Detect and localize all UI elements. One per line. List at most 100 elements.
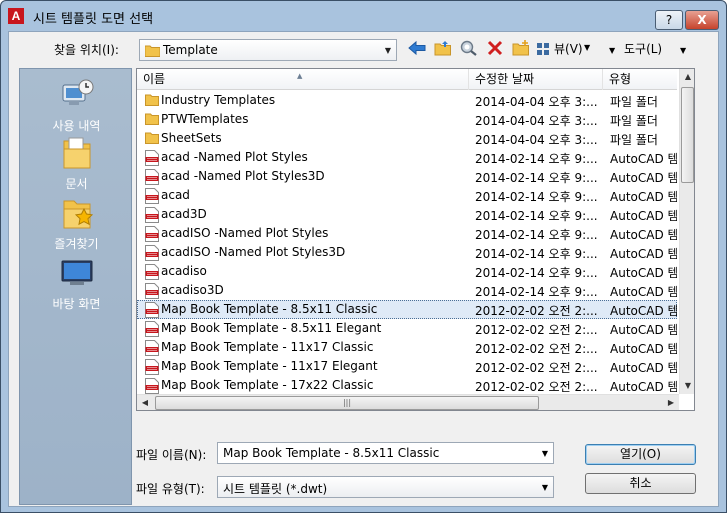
file-date: 2012-02-02 오전 2:...	[475, 380, 598, 394]
folder-row[interactable]: PTWTemplates 2014-04-04 오후 3:... 파일 폴더	[137, 110, 677, 129]
file-name: acad -Named Plot Styles	[161, 150, 308, 164]
file-list[interactable]: ▲ 이름 수정한 날짜 유형 Industry Templates 2014-04…	[136, 68, 695, 411]
folder-icon	[145, 131, 159, 147]
chevron-down-icon: ▼	[541, 483, 548, 492]
open-button[interactable]: 열기(O)	[585, 444, 696, 465]
places-bar: 사용 내역 문서 즐겨찾기 바탕 화면	[19, 68, 132, 505]
file-row[interactable]: acadiso3D 2014-02-14 오후 9:... AutoCAD 템플	[137, 281, 677, 300]
folder-icon	[144, 44, 161, 60]
file-type: AutoCAD 템플	[610, 361, 677, 375]
file-row[interactable]: acadISO -Named Plot Styles3D 2014-02-14 오…	[137, 243, 677, 262]
scroll-up-icon[interactable]: ▲	[680, 69, 694, 85]
filetype-label: 파일 유형(T):	[136, 482, 205, 496]
chevron-down-icon: ▼	[384, 46, 391, 55]
file-date: 2014-02-14 오후 9:...	[475, 247, 598, 261]
chevron-down-icon: ▼	[609, 46, 616, 55]
place-label: 즐겨찾기	[54, 237, 99, 251]
file-type: AutoCAD 템플	[610, 209, 677, 223]
file-name: SheetSets	[161, 131, 222, 145]
file-row[interactable]: Map Book Template - 11x17 Elegant 2012-02…	[137, 357, 677, 376]
column-header-name[interactable]: ▲ 이름	[137, 69, 469, 90]
file-row[interactable]: acadISO -Named Plot Styles 2014-02-14 오후 …	[137, 224, 677, 243]
views-icon	[536, 41, 550, 57]
file-date: 2014-02-14 오후 9:...	[475, 209, 598, 223]
file-row[interactable]: acadiso 2014-02-14 오후 9:... AutoCAD 템플	[137, 262, 677, 281]
create-folder-button[interactable]	[510, 39, 532, 59]
chevron-down-icon[interactable]: ▼	[542, 449, 548, 458]
file-date: 2014-02-14 오후 9:...	[475, 190, 598, 204]
look-in-dropdown[interactable]: Template ▼	[139, 39, 397, 61]
cancel-button[interactable]: 취소	[585, 473, 696, 494]
look-in-label: 찾을 위치(I):	[54, 43, 119, 57]
back-button[interactable]	[406, 39, 428, 59]
file-type: AutoCAD 템플	[610, 228, 677, 242]
file-row[interactable]: acad3D 2014-02-14 오후 9:... AutoCAD 템플	[137, 205, 677, 224]
close-button[interactable]: X	[685, 10, 719, 30]
view-menu-button[interactable]: 뷰(V) ▼	[536, 39, 596, 59]
folder-row[interactable]: Industry Templates 2014-04-04 오후 3:... 파일 …	[137, 91, 677, 110]
file-row[interactable]: Map Book Template - 11x17 Classic 2012-02…	[137, 338, 677, 357]
favorites-icon	[59, 195, 95, 231]
documents-icon	[59, 135, 95, 171]
file-row[interactable]: acad -Named Plot Styles3D 2014-02-14 오후 9…	[137, 167, 677, 186]
folder-row[interactable]: SheetSets 2014-04-04 오후 3:... 파일 폴더	[137, 129, 677, 148]
horizontal-scrollbar[interactable]: ◀ ||| ▶	[137, 394, 679, 410]
file-type: 파일 폴더	[610, 133, 658, 147]
file-type: 파일 폴더	[610, 114, 658, 128]
file-type: AutoCAD 템플	[610, 171, 677, 185]
delete-button[interactable]	[484, 39, 506, 59]
file-date: 2012-02-02 오전 2:...	[475, 361, 598, 375]
search-web-button[interactable]	[458, 39, 480, 59]
file-type: AutoCAD 템플	[610, 247, 677, 261]
place-history[interactable]: 사용 내역	[20, 77, 133, 134]
vertical-scrollbar[interactable]: ▲ ▼	[679, 69, 694, 394]
file-type: AutoCAD 템플	[610, 285, 677, 299]
search-web-icon	[460, 40, 477, 56]
file-row[interactable]: Map Book Template - 17x22 Classic 2012-02…	[137, 376, 677, 395]
file-type: AutoCAD 템플	[610, 266, 677, 280]
file-date: 2014-02-14 오후 9:...	[475, 266, 598, 280]
file-row[interactable]: Map Book Template - 8.5x11 Elegant 2012-0…	[137, 319, 677, 338]
file-row[interactable]: Map Book Template - 8.5x11 Classic 2012-0…	[137, 300, 677, 319]
scroll-right-icon[interactable]: ▶	[663, 395, 679, 410]
folder-icon	[145, 112, 159, 128]
help-button[interactable]: ?	[655, 10, 683, 30]
file-date: 2014-02-14 오후 9:...	[475, 285, 598, 299]
file-dialog-window: A 시트 템플릿 도면 선택 ? X 찾을 위치(I): Template ▼	[0, 0, 727, 513]
filename-input[interactable]: Map Book Template - 8.5x11 Classic ▼	[217, 442, 554, 464]
filename-label: 파일 이름(N):	[136, 448, 207, 462]
title-bar[interactable]: A 시트 템플릿 도면 선택 ? X	[1, 1, 726, 31]
file-row[interactable]: acad -Named Plot Styles 2014-02-14 오후 9:.…	[137, 148, 677, 167]
scroll-left-icon[interactable]: ◀	[137, 395, 153, 410]
file-name: Map Book Template - 8.5x11 Classic	[161, 302, 378, 316]
window-title: 시트 템플릿 도면 선택	[33, 12, 154, 27]
chevron-down-icon: ▼	[584, 43, 591, 52]
file-name: acadISO -Named Plot Styles	[161, 226, 329, 240]
tools-menu-button[interactable]: ▼ 도구(L) ▼	[609, 40, 691, 57]
file-date: 2014-02-14 오후 9:...	[475, 171, 598, 185]
horizontal-scroll-thumb[interactable]: |||	[155, 396, 539, 410]
place-documents[interactable]: 문서	[20, 135, 133, 192]
place-desktop[interactable]: 바탕 화면	[20, 255, 133, 312]
column-header-label: 이름	[143, 72, 166, 86]
scroll-down-icon[interactable]: ▼	[680, 378, 694, 394]
file-name: acadiso3D	[161, 283, 224, 297]
filetype-dropdown[interactable]: 시트 템플릿 (*.dwt) ▼	[217, 476, 554, 498]
place-label: 사용 내역	[52, 119, 101, 133]
file-date: 2012-02-02 오전 2:...	[475, 304, 598, 318]
up-folder-icon	[434, 41, 451, 56]
vertical-scroll-thumb[interactable]	[681, 87, 694, 183]
column-header-type[interactable]: 유형	[603, 69, 677, 90]
column-header-label: 수정한 날짜	[475, 72, 535, 86]
place-favorites[interactable]: 즐겨찾기	[20, 195, 133, 252]
file-name: Map Book Template - 17x22 Classic	[161, 378, 374, 392]
dialog-client-area: 찾을 위치(I): Template ▼ 뷰(V) ▼ ▼ 도구(L) ▼ 사용…	[8, 31, 719, 507]
file-name: acad -Named Plot Styles3D	[161, 169, 325, 183]
column-header-date[interactable]: 수정한 날짜	[469, 69, 603, 90]
file-row[interactable]: acad 2014-02-14 오후 9:... AutoCAD 템플	[137, 186, 677, 205]
up-one-level-button[interactable]	[432, 39, 454, 59]
tools-menu-label: 도구(L)	[623, 42, 663, 56]
filename-value: Map Book Template - 8.5x11 Classic	[223, 446, 440, 460]
file-type: AutoCAD 템플	[610, 190, 677, 204]
look-in-value: Template	[163, 43, 218, 57]
